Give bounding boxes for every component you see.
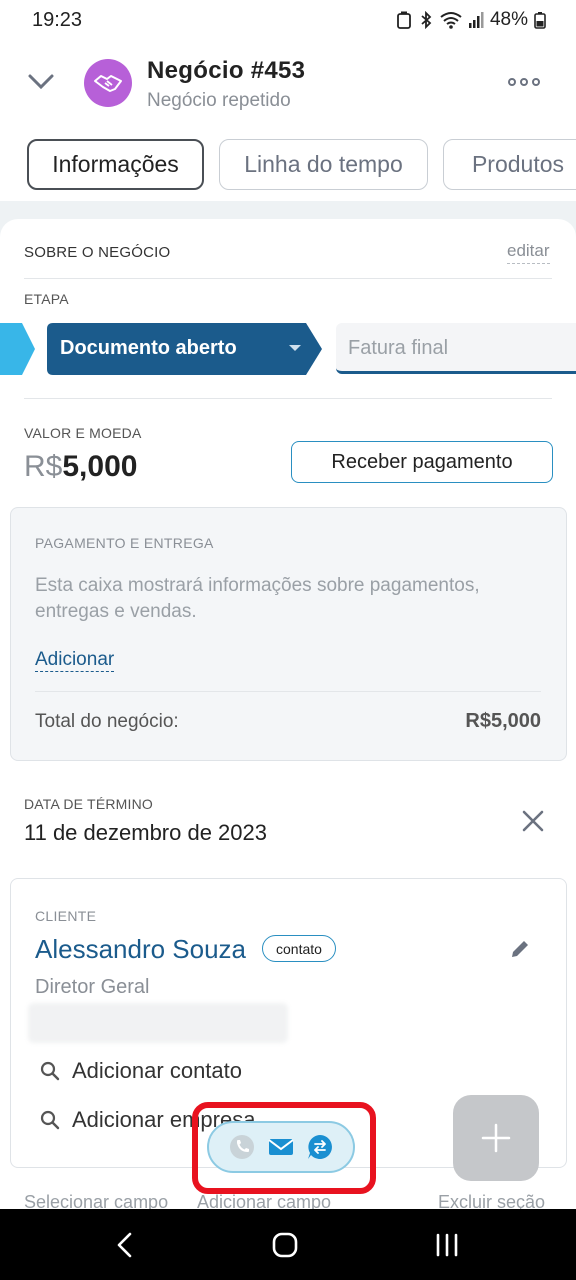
divider [35, 691, 541, 692]
stage-next-label: Fatura final [348, 337, 449, 359]
end-date-value[interactable]: 11 de dezembro de 2023 [24, 820, 267, 846]
value-label: VALOR E MOEDA [24, 425, 142, 441]
chat-transfer-icon[interactable] [306, 1133, 334, 1161]
deal-avatar [84, 59, 132, 107]
back-icon[interactable] [113, 1232, 137, 1258]
communication-pill [207, 1121, 355, 1173]
battery-percent: 48% [489, 9, 528, 30]
system-nav-bar [0, 1209, 576, 1280]
more-options-icon[interactable] [508, 72, 542, 92]
amount-value: 5,000 [62, 450, 138, 483]
edit-link[interactable]: editar [507, 241, 550, 264]
total-value: R$5,000 [465, 710, 541, 732]
tab-bar: Informações Linha do tempo Produtos [0, 139, 576, 191]
wifi-icon [440, 12, 462, 29]
end-date-label: DATA DE TÉRMINO [24, 796, 154, 812]
phone-icon[interactable] [228, 1133, 256, 1161]
status-bar: 19:23 48% [0, 0, 576, 42]
about-section-title: SOBRE O NEGÓCIO [24, 244, 171, 261]
close-icon[interactable] [520, 808, 546, 834]
divider [24, 398, 552, 399]
blurred-contact-info [28, 1003, 288, 1043]
payment-label: PAGAMENTO E ENTREGA [35, 535, 214, 551]
pencil-icon[interactable] [508, 937, 532, 961]
stage-previous[interactable] [0, 323, 36, 375]
page-subtitle: Negócio repetido [147, 90, 291, 111]
search-icon [40, 1061, 60, 1081]
client-label: CLIENTE [35, 908, 97, 924]
stage-dropdown-caret-icon[interactable] [289, 345, 301, 351]
client-name[interactable]: Alessandro Souza [35, 934, 246, 965]
status-icons: 48% [396, 9, 546, 31]
tab-products[interactable]: Produtos [443, 139, 576, 190]
total-label: Total do negócio: [35, 711, 179, 732]
plus-icon [481, 1123, 511, 1153]
home-icon[interactable] [271, 1231, 299, 1259]
search-icon [40, 1110, 60, 1130]
deal-header: Negócio #453 Negócio repetido [0, 42, 576, 132]
divider [24, 278, 552, 279]
add-contact-label: Adicionar contato [72, 1058, 242, 1083]
envelope-icon[interactable] [267, 1133, 295, 1161]
client-type-badge: contato [262, 935, 336, 962]
receive-payment-button[interactable]: Receber pagamento [291, 441, 553, 483]
add-contact-button[interactable]: Adicionar contato [40, 1058, 242, 1084]
deal-amount: R$5,000 [24, 450, 137, 484]
currency: R$ [24, 450, 63, 483]
chevron-down-icon[interactable] [26, 66, 56, 96]
add-payment-link[interactable]: Adicionar [35, 649, 115, 672]
bluetooth-icon [421, 11, 432, 29]
signal-icon [468, 12, 484, 28]
client-role: Diretor Geral [35, 976, 150, 998]
payment-description: Esta caixa mostrará informações sobre pa… [35, 575, 480, 622]
add-fab-button[interactable] [453, 1095, 539, 1181]
battery-icon [534, 12, 546, 29]
tab-info[interactable]: Informações [27, 139, 204, 190]
page-title: Negócio #453 [147, 57, 306, 84]
stage-current-label: Documento aberto [60, 337, 237, 359]
tab-timeline[interactable]: Linha do tempo [219, 139, 428, 190]
recents-icon[interactable] [434, 1233, 460, 1257]
recycle-icon [397, 11, 411, 29]
handshake-icon [94, 75, 122, 92]
stage-label: ETAPA [24, 291, 69, 307]
status-time: 19:23 [32, 9, 83, 31]
